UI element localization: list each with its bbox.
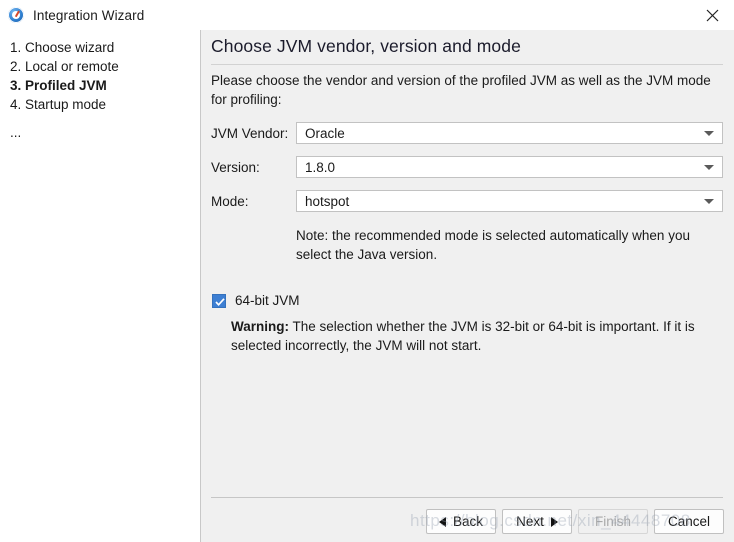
back-button[interactable]: Back [426,509,496,534]
jvm-vendor-value: Oracle [305,125,345,141]
mode-value: hotspot [305,193,350,209]
sidebar-item-choose-wizard[interactable]: 1. Choose wizard [0,38,200,57]
arrow-right-icon [550,516,558,527]
page-description: Please choose the vendor and version of … [211,73,711,107]
wizard-steps-sidebar: 1. Choose wizard 2. Local or remote 3. P… [0,30,200,542]
arrow-left-icon [438,516,446,527]
finish-button-label: Finish [594,514,631,529]
mode-label: Mode: [211,193,249,209]
warning-body: The selection whether the JVM is 32-bit … [231,319,695,353]
version-select[interactable]: 1.8.0 [296,156,723,178]
button-bar-divider [211,497,723,498]
chevron-down-icon [704,131,714,136]
heading-divider [211,64,723,65]
main-panel: Choose JVM vendor, version and mode Plea… [200,30,734,542]
check-icon [215,297,225,306]
button-bar: Back Next Finish Cancel [426,509,724,534]
window-title: Integration Wizard [33,7,145,23]
sidebar-item-more: ... [10,125,22,140]
cancel-button[interactable]: Cancel [654,509,724,534]
chevron-down-icon [704,165,714,170]
sixty-four-bit-jvm-checkbox-row[interactable]: 64-bit JVM [212,293,300,308]
jvm-vendor-label: JVM Vendor: [211,125,289,141]
next-button[interactable]: Next [502,509,572,534]
finish-button: Finish [578,509,648,534]
jvm-vendor-select[interactable]: Oracle [296,122,723,144]
sixty-four-bit-jvm-label: 64-bit JVM [235,293,300,308]
mode-select[interactable]: hotspot [296,190,723,212]
chevron-down-icon [704,199,714,204]
jvm-form: JVM Vendor: Oracle Version: 1.8.0 Mode: … [211,122,723,224]
title-bar: Integration Wizard [0,0,734,30]
version-label: Version: [211,159,260,175]
warning-prefix: Warning: [231,319,289,334]
jprofiler-icon [8,7,24,23]
next-button-label: Next [516,514,544,529]
form-row-version: Version: 1.8.0 [211,156,723,178]
cancel-button-label: Cancel [667,514,711,529]
sidebar-item-local-or-remote[interactable]: 2. Local or remote [0,57,200,76]
sidebar-item-profiled-jvm[interactable]: 3. Profiled JVM [0,76,200,95]
close-icon [706,9,718,21]
page-title: Choose JVM vendor, version and mode [211,36,521,56]
back-button-label: Back [452,514,483,529]
close-button[interactable] [690,0,734,30]
warning-text: Warning: The selection whether the JVM i… [231,317,723,355]
sixty-four-bit-jvm-checkbox[interactable] [212,293,226,308]
mode-note-text: Note: the recommended mode is selected a… [296,228,690,262]
version-value: 1.8.0 [305,159,336,175]
sidebar-item-startup-mode[interactable]: 4. Startup mode [0,95,200,114]
form-row-jvm-vendor: JVM Vendor: Oracle [211,122,723,144]
form-row-mode: Mode: hotspot [211,190,723,212]
